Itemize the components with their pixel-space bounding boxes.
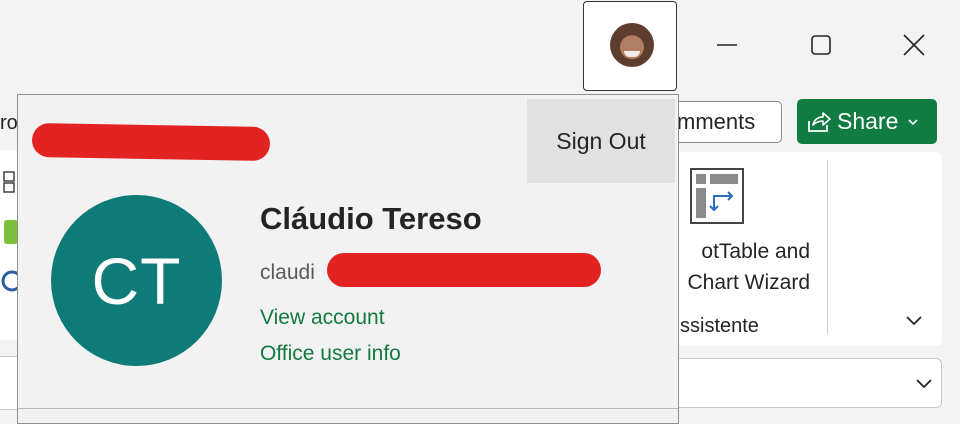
formula-bar-expand-button[interactable] [912,372,936,396]
redaction-mark [31,122,271,162]
ribbon-left-label: ro [0,112,18,134]
minimize-button[interactable] [702,20,752,70]
share-icon [807,111,831,133]
divider [18,408,678,409]
redaction-mark [327,253,601,287]
account-initials-avatar: CT [51,195,222,366]
minimize-icon [717,44,737,46]
close-button[interactable] [889,20,939,70]
share-label: Share [837,108,899,134]
account-flyout: Sign Out CT Cláudio Tereso claudi View a… [17,94,679,424]
pivottable-wizard-icon[interactable] [690,168,744,229]
chevron-down-icon [906,316,922,326]
share-button[interactable]: Share [797,99,937,144]
view-account-link[interactable]: View account [260,306,385,330]
maximize-button[interactable] [796,20,846,70]
account-name: Cláudio Tereso [260,201,482,236]
ribbon-panel: otTable and Chart Wizard ssistente [640,152,942,346]
account-avatar-button[interactable] [583,1,677,91]
formula-bar[interactable] [640,358,942,408]
close-icon [903,34,925,56]
ribbon-separator [827,160,828,334]
sign-out-button[interactable]: Sign Out [527,99,675,183]
chevron-down-icon[interactable] [908,118,918,126]
office-user-info-link[interactable]: Office user info [260,342,401,366]
ribbon-group-label: ssistente [680,315,759,337]
avatar [610,23,654,67]
chevron-down-icon [916,379,932,389]
maximize-icon [811,35,831,55]
ribbon-expand-button[interactable] [902,309,926,333]
account-email: claudi [260,261,315,284]
